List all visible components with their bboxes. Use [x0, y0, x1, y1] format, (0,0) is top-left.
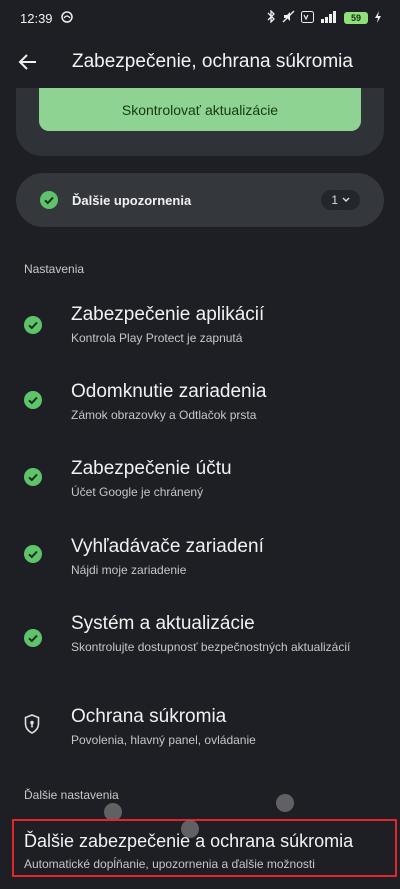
status-bar: 12:39 59	[0, 0, 400, 36]
volte-icon	[301, 10, 314, 26]
status-time: 12:39	[20, 10, 53, 26]
mute-icon	[282, 10, 295, 26]
check-circle-icon	[24, 629, 42, 647]
section-header-more-settings: Ďalšie nastavenia	[24, 788, 119, 802]
check-circle-icon	[24, 391, 42, 409]
setting-device-unlock[interactable]: Odomknutie zariadenia Zámok obrazovky a …	[0, 377, 400, 439]
alerts-count-badge[interactable]: 1	[321, 190, 360, 210]
check-circle-icon	[40, 191, 58, 209]
app-bar: Zabezpečenie, ochrana súkromia	[0, 36, 400, 88]
setting-subtitle: Účet Google je chránený	[71, 485, 204, 499]
check-circle-icon	[24, 545, 42, 563]
setting-device-finders[interactable]: Vyhľadávače zariadení Nájdi moje zariade…	[0, 532, 400, 594]
touch-indicator	[276, 794, 294, 812]
charging-icon	[374, 10, 382, 26]
arrow-left-icon	[18, 54, 36, 70]
alerts-count: 1	[331, 193, 338, 207]
setting-subtitle: Zámok obrazovky a Odtlačok prsta	[71, 408, 257, 422]
battery-icon: 59	[344, 12, 368, 24]
setting-privacy[interactable]: Ochrana súkromia Povolenia, hlavný panel…	[0, 702, 400, 764]
section-header-settings: Nastavenia	[24, 262, 85, 276]
signal-icon	[320, 10, 338, 26]
setting-subtitle: Skontrolujte dostupnosť bezpečnostných a…	[71, 640, 351, 654]
setting-account-security[interactable]: Zabezpečenie účtu Účet Google je chránen…	[0, 454, 400, 516]
update-card: Skontrolovať aktualizácie	[16, 88, 384, 156]
setting-system-updates[interactable]: Systém a aktualizácie Skontrolujte dostu…	[0, 609, 400, 691]
touch-indicator	[181, 820, 199, 838]
chevron-down-icon	[342, 197, 350, 202]
setting-title: Vyhľadávače zariadení	[71, 536, 264, 557]
bluetooth-icon	[266, 9, 276, 26]
setting-title: Zabezpečenie aplikácií	[71, 304, 265, 325]
check-circle-icon	[24, 316, 42, 334]
more-alerts-label: Ďalšie upozornenia	[72, 192, 192, 208]
page-title: Zabezpečenie, ochrana súkromia	[72, 51, 353, 72]
check-circle-icon	[24, 468, 42, 486]
setting-title: Odomknutie zariadenia	[71, 381, 267, 402]
shield-keyhole-icon	[24, 714, 40, 734]
setting-subtitle: Povolenia, hlavný panel, ovládanie	[71, 733, 256, 747]
setting-title: Zabezpečenie účtu	[71, 458, 232, 479]
setting-subtitle: Nájdi moje zariadenie	[71, 563, 187, 577]
setting-more-security-privacy[interactable]: Ďalšie zabezpečenie a ochrana súkromia A…	[12, 819, 397, 877]
check-updates-button[interactable]: Skontrolovať aktualizácie	[39, 88, 361, 131]
notification-icon	[60, 10, 73, 26]
setting-title: Systém a aktualizácie	[71, 613, 255, 634]
setting-app-security[interactable]: Zabezpečenie aplikácií Kontrola Play Pro…	[0, 300, 400, 362]
back-button[interactable]	[16, 50, 40, 74]
setting-subtitle: Automatické dopĺňanie, upozornenia a ďal…	[24, 857, 315, 871]
setting-subtitle: Kontrola Play Protect je zapnutá	[71, 331, 243, 345]
more-alerts-card[interactable]: Ďalšie upozornenia 1	[16, 173, 384, 227]
setting-title: Ochrana súkromia	[71, 706, 227, 727]
